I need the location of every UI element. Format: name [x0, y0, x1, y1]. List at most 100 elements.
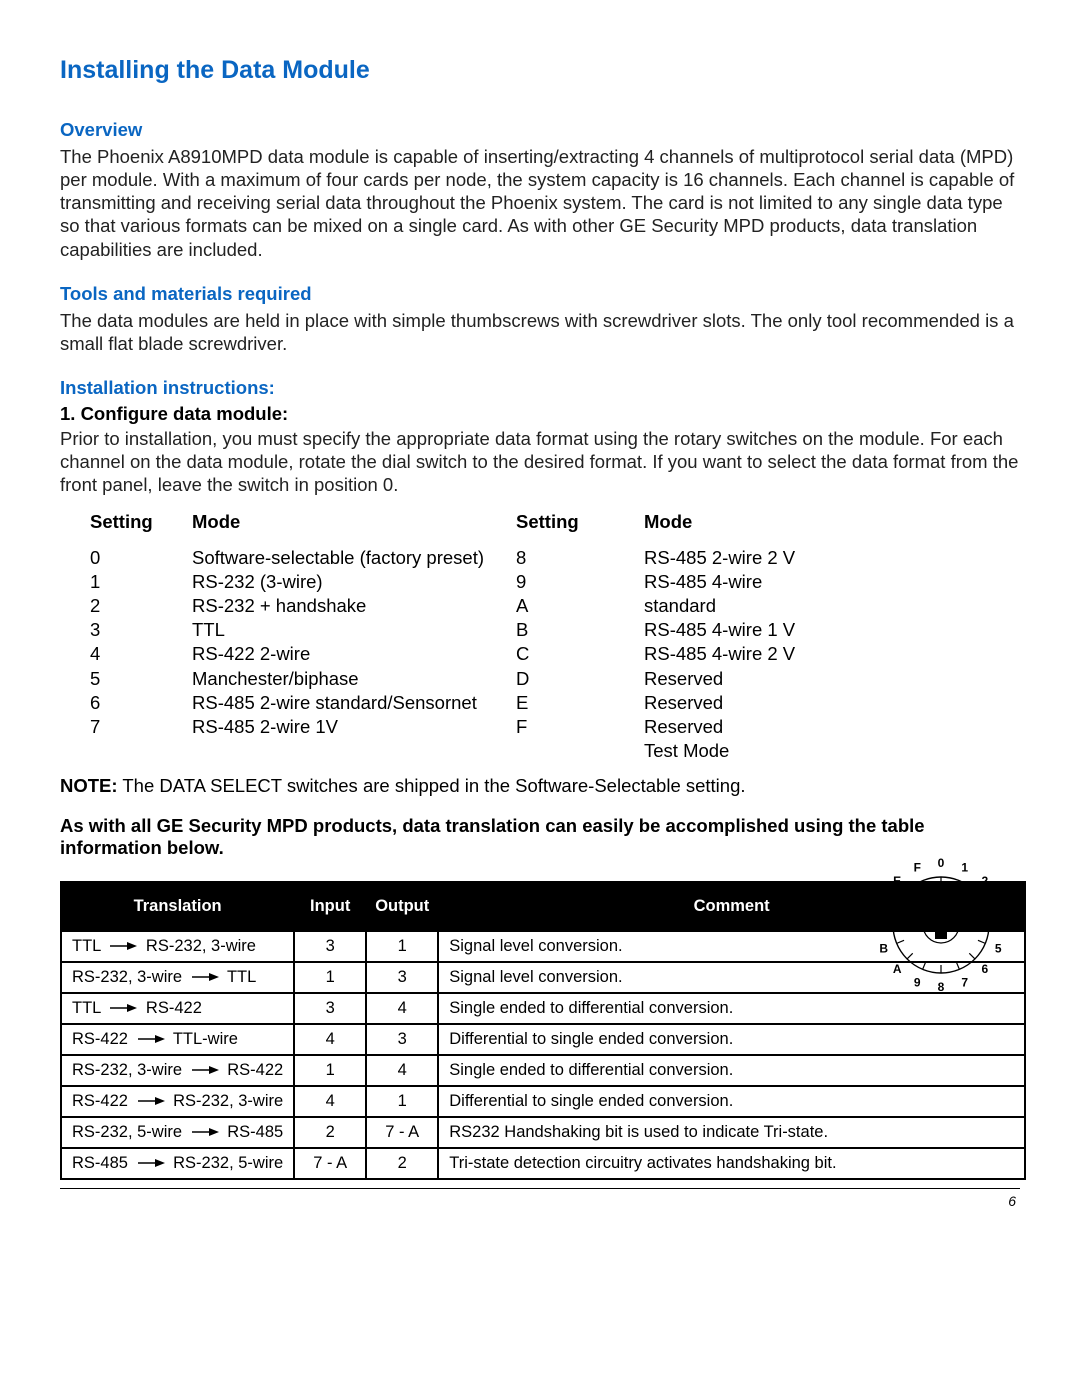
translation-cell: RS-232, 5-wire RS-485: [61, 1117, 294, 1148]
dial-label: E: [893, 874, 901, 888]
settings-cell: RS-485 4-wire 2 V: [644, 642, 834, 666]
tools-text: The data modules are held in place with …: [60, 309, 1020, 355]
step1-heading: 1. Configure data module:: [60, 403, 1020, 425]
table-row: RS-422 RS-232, 3-wire41Differential to s…: [61, 1086, 1025, 1117]
translation-cell: RS-232, 3-wire RS-422: [61, 1055, 294, 1086]
translation-cell: RS-232, 3-wire TTL: [61, 962, 294, 993]
output-cell: 3: [366, 962, 438, 993]
dial-label: 7: [961, 975, 968, 989]
settings-cell: 9: [516, 570, 644, 594]
input-cell: 4: [294, 1024, 366, 1055]
note-line: NOTE: The DATA SELECT switches are shipp…: [60, 775, 1020, 797]
dial-label: 6: [981, 962, 988, 976]
settings-cell: RS-232 (3-wire): [192, 570, 512, 594]
settings-cell: RS-485 2-wire 1V: [192, 715, 512, 739]
table-row: RS-232, 5-wire RS-48527 - ARS232 Handsha…: [61, 1117, 1025, 1148]
dial-label: 8: [938, 980, 945, 994]
settings-cell: Software-selectable (factory preset): [192, 546, 512, 570]
output-cell: 3: [366, 1024, 438, 1055]
rotary-dial-icon: 0 123 4 567 8 9ABCDEF: [866, 850, 1016, 1000]
page-title: Installing the Data Module: [60, 56, 1020, 85]
settings-cell: 4: [90, 642, 192, 666]
input-cell: 1: [294, 1055, 366, 1086]
settings-cell: 2: [90, 594, 192, 618]
settings-cell: 0: [90, 546, 192, 570]
input-cell: 2: [294, 1117, 366, 1148]
input-cell: 3: [294, 931, 366, 962]
dial-label: 9: [914, 975, 921, 989]
settings-cell: 1: [90, 570, 192, 594]
instructions-heading: Installation instructions:: [60, 377, 1020, 399]
settings-cell: Manchester/biphase: [192, 667, 512, 691]
settings-cell: RS-485 2-wire 2 V: [644, 546, 834, 570]
comment-cell: Differential to single ended conversion.: [438, 1024, 1025, 1055]
dial-label: 0: [938, 856, 945, 870]
settings-cell: D: [516, 667, 644, 691]
dial-label: C: [875, 918, 884, 932]
output-cell: 1: [366, 931, 438, 962]
input-cell: 3: [294, 993, 366, 1024]
table-row: RS-232, 3-wire RS-42214Single ended to d…: [61, 1055, 1025, 1086]
output-cell: 4: [366, 1055, 438, 1086]
settings-cell: F: [516, 715, 644, 739]
comment-cell: Differential to single ended conversion.: [438, 1086, 1025, 1117]
settings-cell: RS-485 4-wire 1 V: [644, 618, 834, 642]
input-cell: 4: [294, 1086, 366, 1117]
table-row: RS-485 RS-232, 5-wire7 - A2Tri-state det…: [61, 1148, 1025, 1179]
dial-label: 1: [961, 861, 968, 875]
settings-header-mode: Mode: [192, 510, 512, 534]
comment-cell: RS232 Handshaking bit is used to indicat…: [438, 1117, 1025, 1148]
input-cell: 1: [294, 962, 366, 993]
note-label: NOTE:: [60, 775, 118, 796]
settings-cell: RS-232 + handshake: [192, 594, 512, 618]
settings-cell: TTL: [192, 618, 512, 642]
dial-label: 4: [1000, 918, 1007, 932]
translation-cell: TTL RS-422: [61, 993, 294, 1024]
dial-label: 5: [995, 942, 1002, 956]
page-number: 6: [60, 1189, 1020, 1209]
settings-cell: B: [516, 618, 644, 642]
settings-cell: 6: [90, 691, 192, 715]
overview-text: The Phoenix A8910MPD data module is capa…: [60, 145, 1020, 261]
translation-cell: TTL RS-232, 3-wire: [61, 931, 294, 962]
settings-cell: Test Mode: [644, 739, 834, 763]
overview-heading: Overview: [60, 119, 1020, 141]
settings-cell: 7: [90, 715, 192, 739]
tools-heading: Tools and materials required: [60, 283, 1020, 305]
output-cell: 4: [366, 993, 438, 1024]
comment-cell: Tri-state detection circuitry activates …: [438, 1148, 1025, 1179]
settings-cell: Reserved: [644, 715, 834, 739]
dial-label: F: [914, 861, 921, 875]
settings-cell: C: [516, 642, 644, 666]
settings-cell: Reserved: [644, 691, 834, 715]
comment-cell: Single ended to differential conversion.: [438, 1055, 1025, 1086]
settings-cell: 3: [90, 618, 192, 642]
settings-header-setting: Setting: [90, 510, 192, 534]
input-cell: 7 - A: [294, 1148, 366, 1179]
translation-cell: RS-485 RS-232, 5-wire: [61, 1148, 294, 1179]
settings-cell: 8: [516, 546, 644, 570]
translation-cell: RS-422 TTL-wire: [61, 1024, 294, 1055]
th-output: Output: [366, 882, 438, 931]
dial-label: B: [879, 942, 888, 956]
table-row: RS-422 TTL-wire43Differential to single …: [61, 1024, 1025, 1055]
settings-cell: RS-485 2-wire standard/Sensornet: [192, 691, 512, 715]
translation-cell: RS-422 RS-232, 3-wire: [61, 1086, 294, 1117]
output-cell: 2: [366, 1148, 438, 1179]
settings-table: Setting 0 1 2 3 4 5 6 7 Mode Software-se…: [60, 510, 1020, 762]
dial-label: A: [893, 962, 902, 976]
settings-cell: 5: [90, 667, 192, 691]
settings-header-mode: Mode: [644, 510, 834, 534]
output-cell: 1: [366, 1086, 438, 1117]
output-cell: 7 - A: [366, 1117, 438, 1148]
dial-label: 2: [981, 874, 988, 888]
dial-label: 3: [995, 894, 1002, 908]
step1-text: Prior to installation, you must specify …: [60, 427, 1020, 496]
settings-cell: A: [516, 594, 644, 618]
settings-cell: RS-422 2-wire: [192, 642, 512, 666]
th-translation: Translation: [61, 882, 294, 931]
settings-header-setting: Setting: [516, 510, 644, 534]
settings-cell: Reserved: [644, 667, 834, 691]
note-text: The DATA SELECT switches are shipped in …: [118, 775, 746, 796]
dial-label: D: [879, 894, 888, 908]
